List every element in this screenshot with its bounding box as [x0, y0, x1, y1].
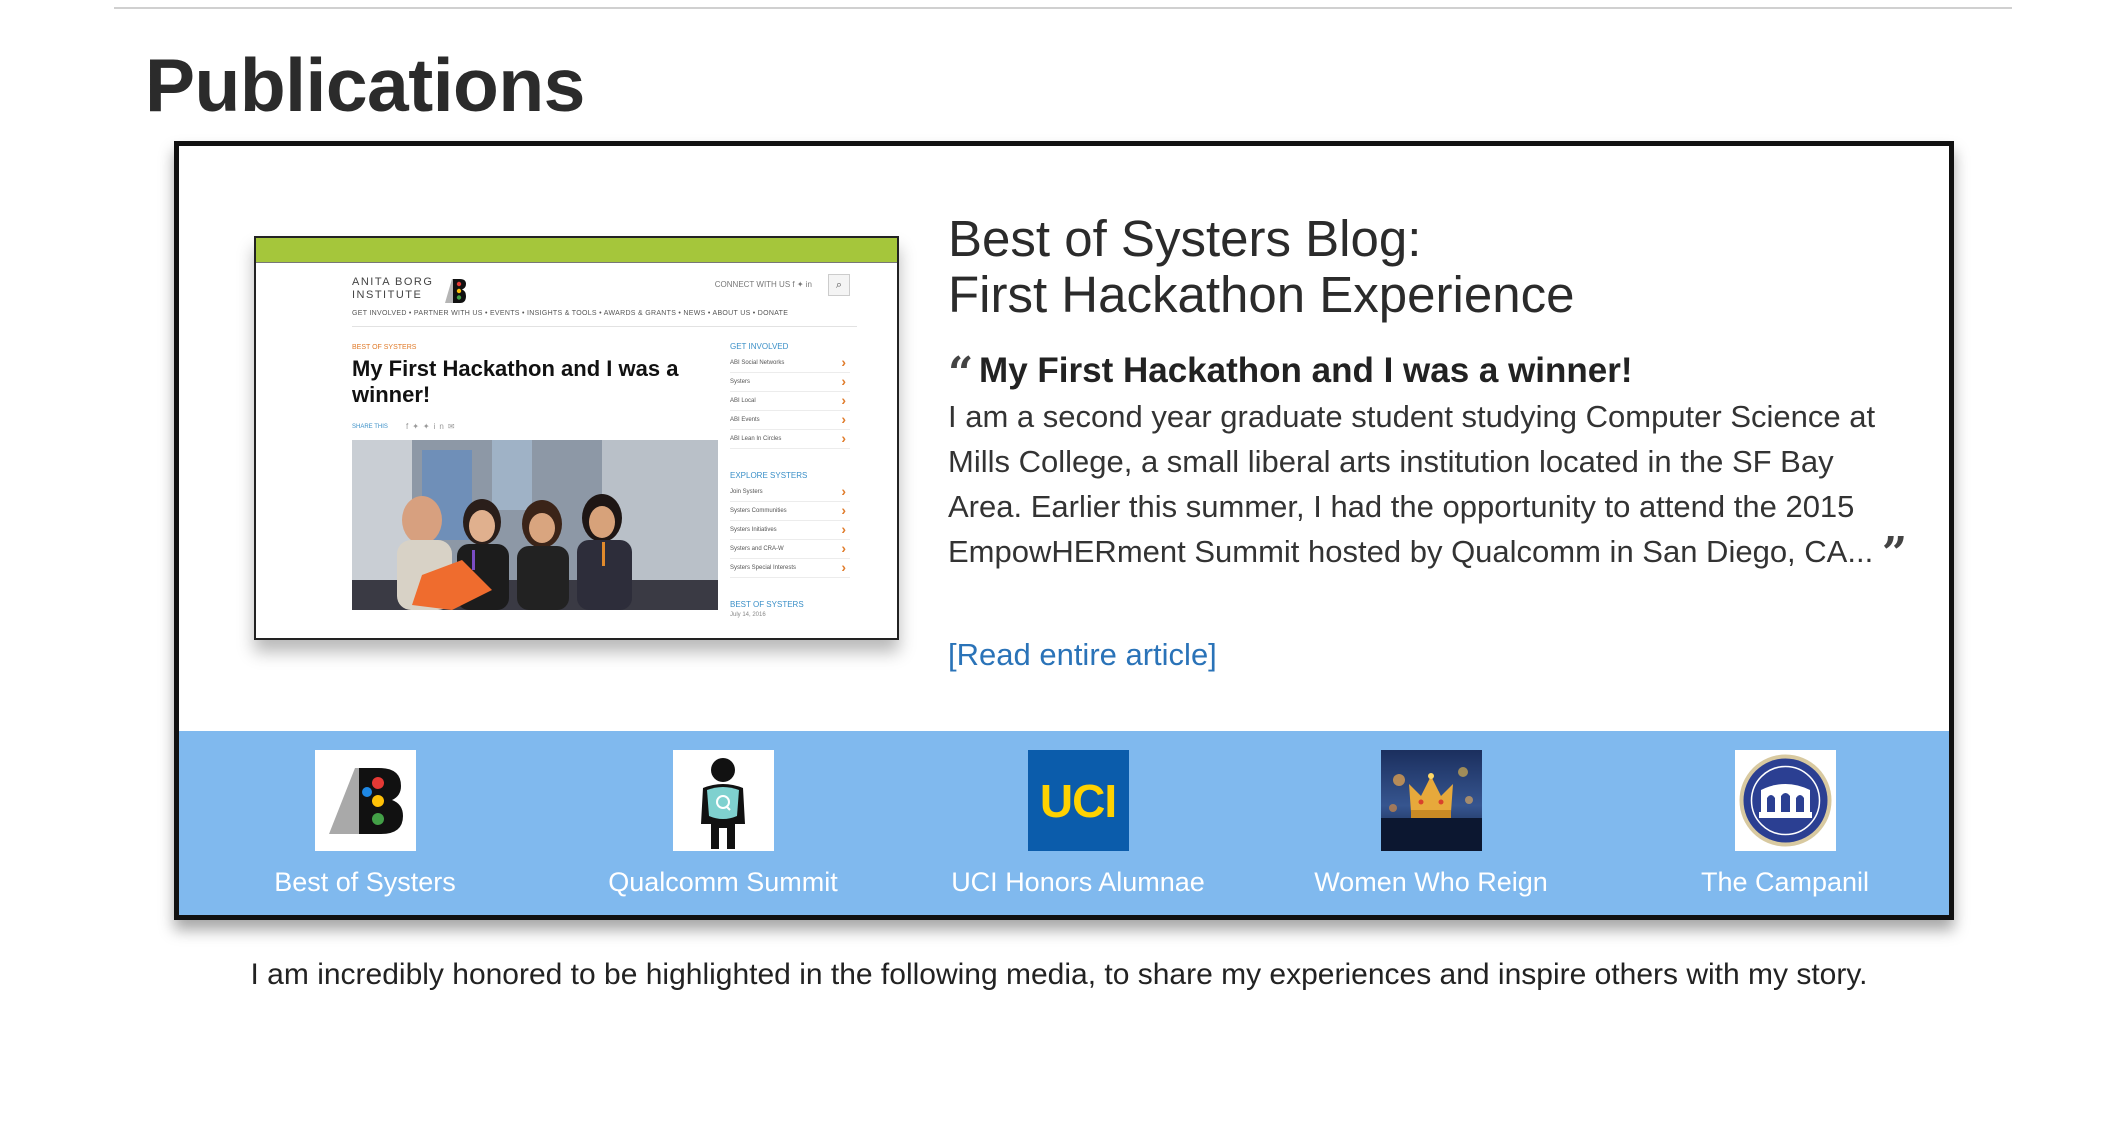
sidebar-date: July 14, 2016 [730, 612, 766, 618]
sidebar-item: ABI Local [730, 392, 850, 411]
pub-women-who-reign[interactable]: Women Who Reign [1261, 750, 1601, 898]
sidebar-heading: EXPLORE SYSTERS [730, 471, 808, 480]
article-title-line1: Best of Systers Blog: [948, 210, 1422, 267]
screenshot-logo-text: ANITA BORG INSTITUTE [352, 276, 434, 301]
crown-photo-icon [1380, 750, 1482, 851]
feature-screenshot[interactable]: ANITA BORG INSTITUTE CONNECT WITH US f ✦… [254, 236, 899, 640]
screenshot-header: ANITA BORG INSTITUTE CONNECT WITH US f ✦… [352, 274, 850, 306]
screenshot-connect: CONNECT WITH US f ✦ in [714, 280, 812, 289]
screenshot-kicker: BEST OF SYSTERS [352, 344, 417, 351]
screenshot-divider [352, 326, 857, 327]
quote-headline: “ My First Hackathon and I was a winner! [948, 348, 1633, 399]
article-title: Best of Systers Blog: First Hackathon Ex… [948, 211, 1574, 323]
screenshot-sidebar: GET INVOLVED ABI Social Networks Systers… [730, 342, 850, 618]
publication-card: ANITA BORG INSTITUTE CONNECT WITH US f ✦… [174, 141, 1954, 920]
quote-headline-text: My First Hackathon and I was a winner! [979, 351, 1633, 390]
sidebar-item: Systers Communities [730, 502, 850, 521]
pub-label: Qualcomm Summit [608, 867, 838, 897]
abi-logo-icon [445, 279, 466, 303]
qualcomm-figure-icon [672, 750, 774, 851]
page-caption: I am incredibly honored to be highlighte… [250, 958, 1868, 991]
pub-label: The Campanil [1700, 867, 1870, 897]
sidebar-item: ABI Lean In Circles [730, 430, 850, 449]
sidebar-item: ABI Events [730, 411, 850, 430]
sidebar-item: ABI Social Networks [730, 354, 850, 373]
pub-label: Best of Systers [274, 867, 456, 897]
uci-logo-text: UCI [1039, 775, 1117, 827]
uci-logo-icon: UCI [1027, 750, 1129, 851]
pub-the-campanil[interactable]: The Campanil [1615, 750, 1955, 898]
quote-body-text: I am a second year graduate student stud… [948, 399, 1876, 569]
screenshot-share-icons: f✦✦in✉ [406, 422, 459, 431]
screenshot-search-icon: ⌕ [828, 274, 850, 296]
top-divider [114, 7, 2012, 9]
sidebar-heading: BEST OF SYSTERS [730, 600, 804, 609]
publication-strip: Best of Systers Qualcomm Summit UCI UCI … [179, 731, 1949, 915]
read-article-link[interactable]: [Read entire article] [948, 637, 1217, 673]
pub-uci-honors-alumnae[interactable]: UCI UCI Honors Alumnae [908, 750, 1248, 898]
article-title-line2: First Hackathon Experience [948, 266, 1575, 323]
sidebar-item: Systers Initiatives [730, 521, 850, 540]
pub-label: Women Who Reign [1314, 867, 1548, 897]
close-quote-icon: ” [1881, 528, 1907, 579]
screenshot-top-bar [256, 238, 897, 263]
quote-body: I am a second year graduate student stud… [948, 394, 1908, 576]
screenshot-nav: GET INVOLVED • PARTNER WITH US • EVENTS … [352, 310, 789, 317]
pub-best-of-systers[interactable]: Best of Systers [195, 750, 535, 898]
sidebar-item: Systers [730, 373, 850, 392]
sidebar-heading: GET INVOLVED [730, 342, 789, 351]
page-title: Publications [145, 43, 585, 127]
sidebar-item: Systers Special Interests [730, 559, 850, 578]
sidebar-item: Join Systers [730, 483, 850, 502]
screenshot-headline: My First Hackathon and I was a winner! [352, 356, 679, 407]
abi-logo-icon [314, 750, 416, 851]
screenshot-group-photo [352, 440, 718, 610]
campanil-seal-icon [1734, 750, 1836, 851]
open-quote-icon: “ [948, 348, 973, 399]
screenshot-share: SHARE THIS [352, 424, 388, 430]
sidebar-item: Systers and CRA-W [730, 540, 850, 559]
pub-label: UCI Honors Alumnae [951, 867, 1205, 897]
pub-qualcomm-summit[interactable]: Qualcomm Summit [553, 750, 893, 898]
